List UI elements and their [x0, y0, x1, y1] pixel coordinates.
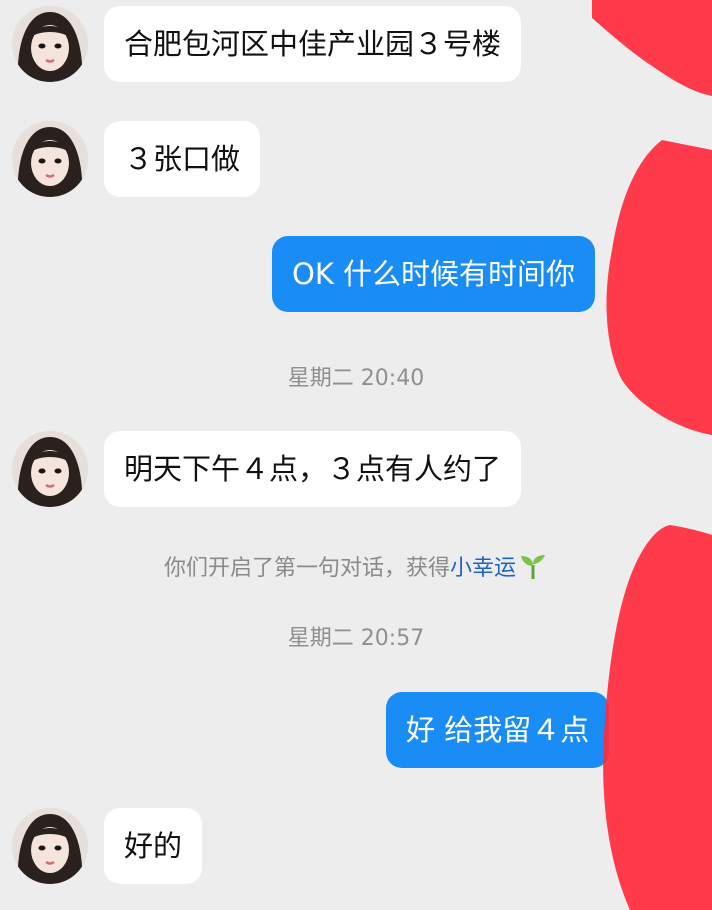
avatar[interactable]	[12, 121, 88, 197]
message-bubble-incoming[interactable]: ３张口做	[104, 121, 261, 197]
avatar-image	[12, 431, 88, 507]
avatar-image	[12, 808, 88, 884]
message-bubble-incoming[interactable]: 好的	[104, 808, 203, 884]
avatar[interactable]	[12, 808, 88, 884]
avatar-image	[12, 6, 88, 82]
message-text: OK 什么时候有时间你	[292, 257, 576, 291]
avatar-image	[12, 121, 88, 197]
timestamp: 星期二 20:57	[287, 626, 425, 651]
chat-window: 合肥包河区中佳产业园３号楼 ３张口做 OK 什么时候有时间你 星期二 20:40	[0, 0, 712, 910]
system-message: 你们开启了第一句对话，获得小幸运	[0, 550, 712, 587]
message-text: ３张口做	[124, 142, 241, 176]
message-text: 明天下午４点，３点有人约了	[124, 452, 502, 486]
message-text: 合肥包河区中佳产业园３号楼	[124, 27, 502, 61]
avatar[interactable]	[12, 6, 88, 82]
timestamp: 星期二 20:40	[287, 366, 425, 391]
system-message-text: 你们开启了第一句对话，获得	[163, 556, 450, 581]
avatar[interactable]	[12, 431, 88, 507]
message-bubble-incoming[interactable]: 明天下午４点，３点有人约了	[104, 431, 522, 507]
redaction-scribble	[592, 0, 712, 96]
message-text: 好 给我留４点	[406, 713, 590, 747]
message-bubble-outgoing[interactable]: 好 给我留４点	[386, 692, 610, 768]
message-bubble-incoming[interactable]: 合肥包河区中佳产业园３号楼	[104, 6, 522, 82]
message-bubble-outgoing[interactable]: OK 什么时候有时间你	[272, 236, 596, 312]
lucky-link[interactable]: 小幸运	[450, 556, 516, 581]
sprout-icon	[518, 551, 548, 587]
message-text: 好的	[124, 829, 183, 863]
